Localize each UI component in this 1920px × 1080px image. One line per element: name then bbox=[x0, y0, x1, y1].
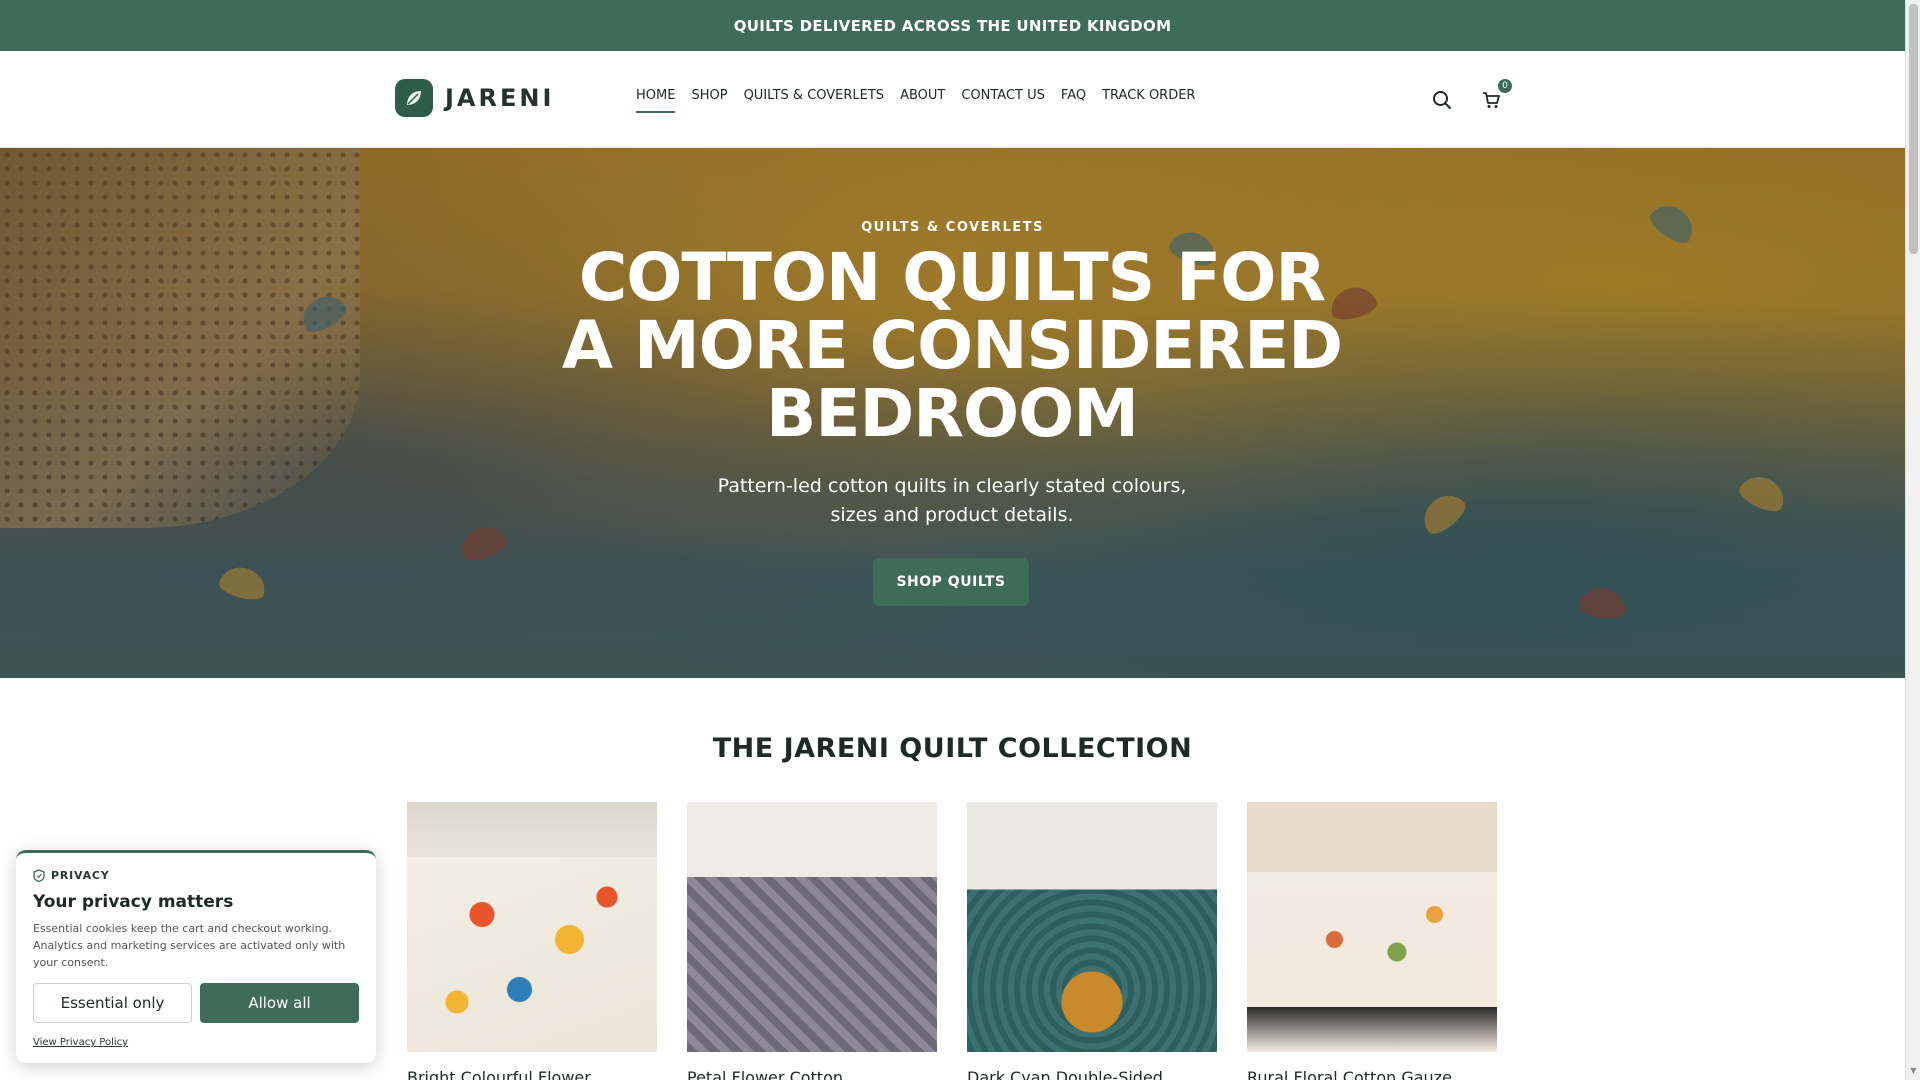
hero-eyebrow: QUILTS & COVERLETS bbox=[861, 220, 1044, 235]
privacy-buttons: Essential only Allow all bbox=[33, 983, 359, 1023]
nav-quilts-coverlets[interactable]: QUILTS & COVERLETS bbox=[744, 88, 885, 113]
shop-quilts-button[interactable]: SHOP QUILTS bbox=[873, 558, 1029, 606]
cart-count-badge: 0 bbox=[1498, 79, 1512, 93]
product-image[interactable] bbox=[687, 802, 937, 1052]
nav-faq[interactable]: FAQ bbox=[1061, 88, 1086, 113]
cart-icon[interactable]: 0 bbox=[1478, 79, 1512, 113]
leaf-icon bbox=[395, 79, 433, 117]
nav-track-order[interactable]: TRACK ORDER bbox=[1102, 88, 1195, 113]
scrollbar-thumb[interactable] bbox=[1909, 4, 1918, 254]
product-card[interactable]: Dark Cyan Double-Sided bbox=[967, 802, 1217, 1080]
collection-title: THE JARENI QUILT COLLECTION bbox=[712, 733, 1193, 764]
privacy-banner: PRIVACY Your privacy matters Essential c… bbox=[16, 850, 376, 1063]
allow-all-button[interactable]: Allow all bbox=[200, 983, 359, 1023]
product-image[interactable] bbox=[1247, 802, 1497, 1052]
privacy-text: Essential cookies keep the cart and chec… bbox=[33, 922, 346, 969]
search-icon[interactable] bbox=[1429, 87, 1455, 113]
privacy-policy-link[interactable]: View Privacy Policy bbox=[33, 1037, 128, 1048]
product-image[interactable] bbox=[407, 802, 657, 1052]
shield-icon bbox=[33, 869, 45, 882]
page-scrollbar[interactable]: ▼ bbox=[1905, 0, 1920, 1080]
product-name[interactable]: Rural Floral Cotton Gauze bbox=[1247, 1068, 1497, 1080]
privacy-tag: PRIVACY bbox=[33, 869, 359, 882]
main-nav: HOME SHOP QUILTS & COVERLETS ABOUT CONTA… bbox=[636, 88, 1195, 113]
privacy-title: Your privacy matters bbox=[33, 892, 234, 912]
announcement-text: QUILTS DELIVERED ACROSS THE UNITED KINGD… bbox=[733, 16, 1172, 35]
nav-contact-us[interactable]: CONTACT US bbox=[961, 88, 1045, 113]
hero-subtitle: Pattern-led cotton quilts in clearly sta… bbox=[717, 475, 1187, 526]
logo-text: JARENI bbox=[445, 84, 555, 112]
site-header: JARENI HOME SHOP QUILTS & COVERLETS ABOU… bbox=[0, 51, 1905, 148]
product-card[interactable]: Bright Colourful Flower bbox=[407, 802, 657, 1080]
announcement-bar: QUILTS DELIVERED ACROSS THE UNITED KINGD… bbox=[0, 0, 1905, 51]
privacy-tag-label: PRIVACY bbox=[51, 869, 110, 882]
product-name[interactable]: Dark Cyan Double-Sided bbox=[967, 1068, 1217, 1080]
scroll-down-icon[interactable]: ▼ bbox=[1909, 1066, 1918, 1075]
essential-only-button[interactable]: Essential only bbox=[33, 983, 192, 1023]
hero-title: COTTON QUILTS FOR A MORE CONSIDERED BEDR… bbox=[561, 239, 1343, 452]
nav-about[interactable]: ABOUT bbox=[900, 88, 945, 113]
product-card[interactable]: Rural Floral Cotton Gauze bbox=[1247, 802, 1497, 1080]
hero-content: QUILTS & COVERLETS COTTON QUILTS FOR A M… bbox=[0, 148, 1905, 678]
logo[interactable]: JARENI bbox=[395, 79, 554, 117]
product-card[interactable]: Petal Flower Cotton bbox=[687, 802, 937, 1080]
hero-banner: QUILTS & COVERLETS COTTON QUILTS FOR A M… bbox=[0, 148, 1905, 678]
product-grid: Bright Colourful Flower Petal Flower Cot… bbox=[407, 802, 1497, 1080]
nav-shop[interactable]: SHOP bbox=[691, 88, 727, 113]
product-name[interactable]: Bright Colourful Flower bbox=[407, 1068, 657, 1080]
nav-home[interactable]: HOME bbox=[636, 88, 676, 113]
product-name[interactable]: Petal Flower Cotton bbox=[687, 1068, 937, 1080]
product-image[interactable] bbox=[967, 802, 1217, 1052]
